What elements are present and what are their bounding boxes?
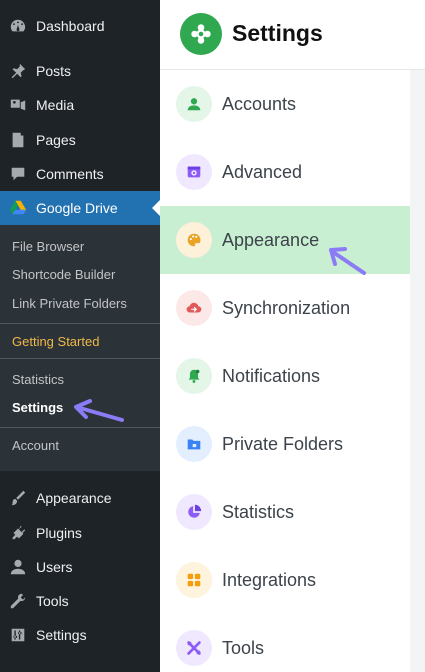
menu-label: Tools [36,593,69,609]
menu-item-tools[interactable]: Tools [0,584,160,618]
menu-label: Pages [36,132,76,148]
nav-label: Synchronization [222,297,351,318]
plugin-icon [0,524,36,542]
menu-item-google-drive[interactable]: Google Drive [0,191,160,225]
menu-label: Posts [36,63,72,79]
nav-item-accounts[interactable]: Accounts [160,70,410,138]
palette-icon [176,222,212,258]
wrench-icon [0,592,36,610]
menu-item-users[interactable]: Users [0,550,160,584]
google-drive-submenu: File Browser Shortcode Builder Link Priv… [0,225,160,471]
settings-sliders-icon [0,626,36,644]
submenu-statistics[interactable]: Statistics [12,372,64,387]
menu-label: Dashboard [36,18,105,34]
nav-label: Integrations [222,569,317,590]
google-drive-icon [0,199,36,217]
dashboard-icon [0,17,36,35]
menu-label: Settings [36,627,87,643]
submenu-getting-started[interactable]: Getting Started [12,334,99,349]
nav-item-appearance[interactable]: Appearance [160,206,410,274]
nav-label: Statistics [222,501,295,522]
content-area-edge [410,70,425,672]
nav-item-notifications[interactable]: Notifications [160,342,410,410]
submenu-settings[interactable]: Settings [12,400,63,415]
nav-label: Notifications [222,365,321,386]
pin-icon [0,62,36,80]
nav-label: Tools [222,637,265,658]
nav-label: Accounts [222,93,297,114]
menu-item-media[interactable]: Media [0,88,160,122]
menu-item-comments[interactable]: Comments [0,157,160,191]
menu-item-appearance[interactable]: Appearance [0,481,160,515]
pages-icon [0,131,36,149]
divider [0,323,160,324]
advanced-icon [176,154,212,190]
annotation-arrow-icon [329,247,366,275]
user-icon [176,86,212,122]
tools-icon [176,630,212,666]
page-title: Settings [232,20,323,46]
nav-item-advanced[interactable]: Advanced [160,138,410,206]
annotation-arrow-icon [74,399,124,422]
nav-label: Appearance [222,229,320,250]
menu-item-pages[interactable]: Pages [0,123,160,157]
submenu-shortcode-builder[interactable]: Shortcode Builder [12,267,115,282]
settings-nav: Accounts Advanced Appearance Synchroniza… [160,70,410,672]
nav-item-private-folders[interactable]: Private Folders [160,410,410,478]
menu-item-dashboard[interactable]: Dashboard [0,9,160,43]
brush-icon [0,489,36,507]
divider [0,427,160,428]
nav-item-synchronization[interactable]: Synchronization [160,274,410,342]
comments-icon [0,165,36,183]
menu-item-settings[interactable]: Settings [0,618,160,652]
nav-item-tools[interactable]: Tools [160,614,410,672]
users-icon [0,558,36,576]
menu-label: Plugins [36,525,82,541]
active-indicator [152,200,160,216]
menu-label: Media [36,97,75,113]
submenu-link-private-folders[interactable]: Link Private Folders [12,296,127,311]
gear-icon [180,13,222,55]
wp-admin-sidebar: Dashboard Posts Media Pages Comments Goo… [0,0,160,672]
menu-label: Comments [36,166,104,182]
nav-label: Private Folders [222,433,344,454]
submenu-account[interactable]: Account [12,438,59,453]
menu-label: Google Drive [36,200,118,216]
folder-icon [176,426,212,462]
bell-icon [176,358,212,394]
sync-cloud-icon [176,290,212,326]
submenu-file-browser[interactable]: File Browser [12,239,84,254]
nav-label: Advanced [222,161,303,182]
menu-label: Users [36,559,73,575]
menu-label: Appearance [36,490,112,506]
nav-item-integrations[interactable]: Integrations [160,546,410,614]
nav-item-statistics[interactable]: Statistics [160,478,410,546]
pie-chart-icon [176,494,212,530]
divider [0,358,160,359]
menu-item-posts[interactable]: Posts [0,54,160,88]
menu-item-plugins[interactable]: Plugins [0,516,160,550]
panel-header: Settings [160,0,425,70]
integrations-icon [176,562,212,598]
media-icon [0,96,36,114]
settings-panel: Settings Accounts Advanced Appearance Sy… [160,0,425,672]
